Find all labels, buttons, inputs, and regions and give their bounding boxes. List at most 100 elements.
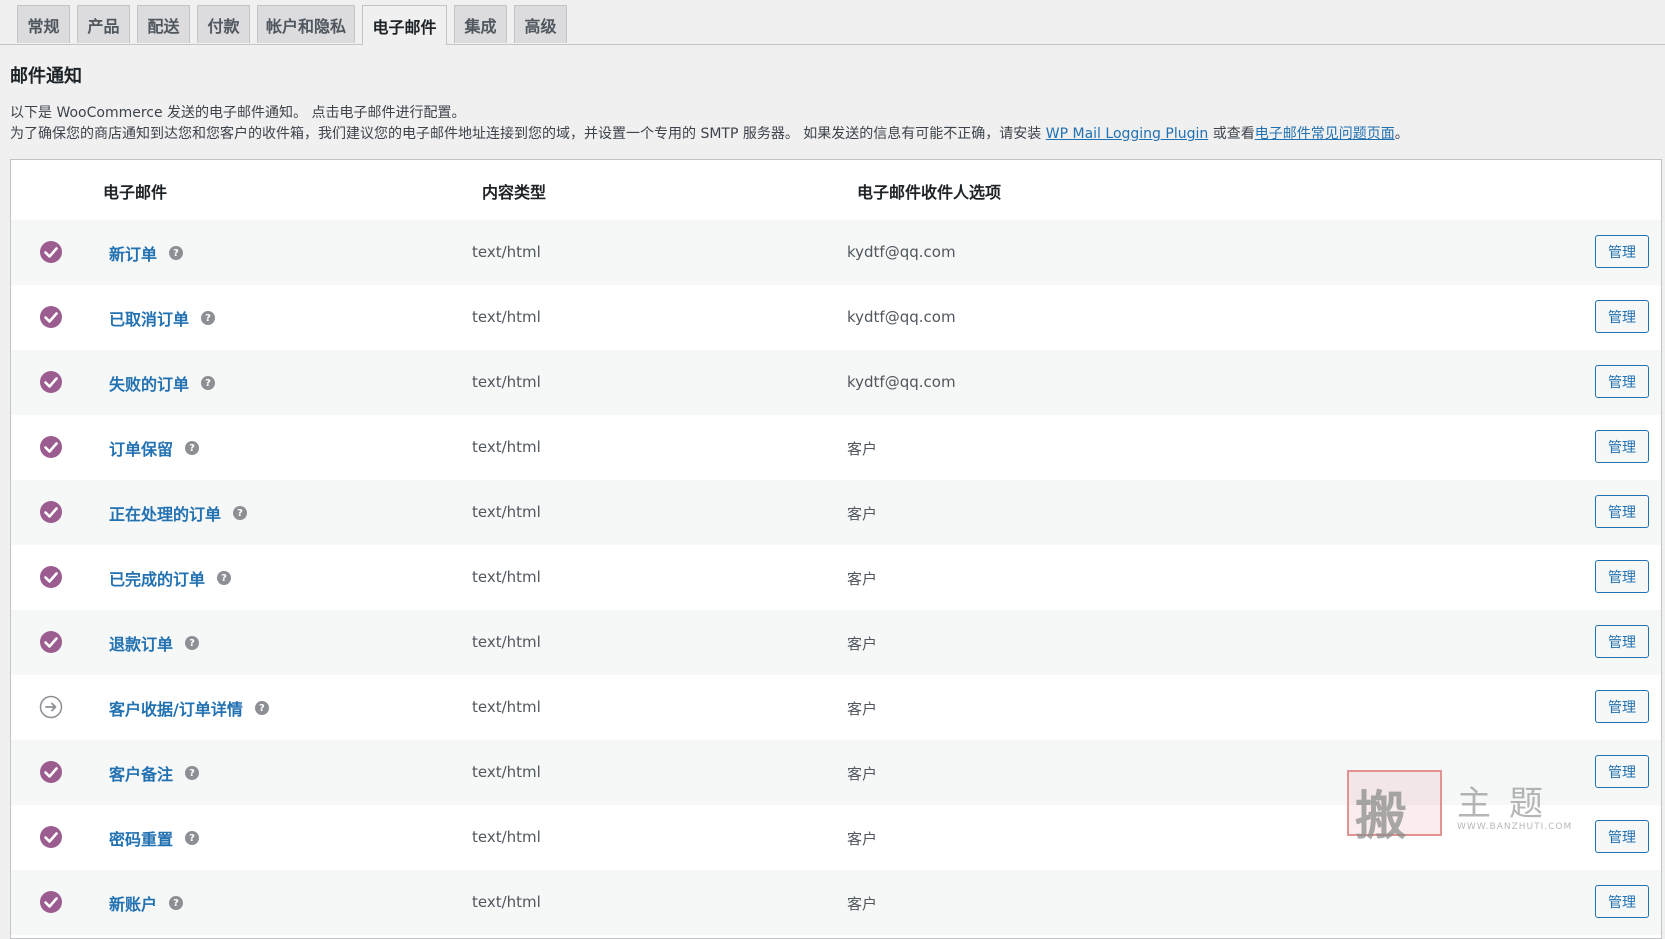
email-name-link[interactable]: 退款订单? [109, 631, 200, 655]
recipient-cell: 客户 [847, 505, 878, 523]
content-type-cell: text/html [472, 633, 541, 651]
email-name-link[interactable]: 密码重置? [109, 826, 200, 850]
watermark-text: 主题 [1457, 784, 1561, 824]
recipient-cell: 客户 [847, 700, 878, 718]
tab-products[interactable]: 产品 [77, 5, 130, 43]
help-tip-icon[interactable]: ? [201, 311, 216, 325]
help-tip-icon[interactable]: ? [185, 766, 200, 780]
tab-advanced[interactable]: 高级 [514, 5, 567, 43]
content-type-cell: text/html [472, 438, 541, 456]
content-type-cell: text/html [472, 243, 541, 261]
manage-button[interactable]: 管理 [1595, 690, 1649, 723]
email-faq-link[interactable]: 电子邮件常见问题页面 [1255, 126, 1395, 142]
help-tip-icon[interactable]: ? [169, 896, 184, 910]
enabled-check-icon [39, 500, 63, 524]
manage-button[interactable]: 管理 [1595, 625, 1649, 658]
manage-button[interactable]: 管理 [1595, 300, 1649, 333]
recipient-cell: kydtf@qq.com [847, 243, 956, 261]
column-header-content-type: 内容类型 [482, 183, 547, 202]
enabled-check-icon [39, 825, 63, 849]
recipient-cell: 客户 [847, 570, 878, 588]
recipient-cell: 客户 [847, 635, 878, 653]
enabled-check-icon [39, 370, 63, 394]
recipient-cell: 客户 [847, 830, 878, 848]
email-name-link[interactable]: 失败的订单? [109, 371, 216, 395]
manage-button[interactable]: 管理 [1595, 885, 1649, 918]
email-name-link[interactable]: 新订单? [109, 241, 184, 265]
help-tip-icon[interactable]: ? [217, 571, 232, 585]
watermark-glyph: 搬 [1355, 786, 1408, 847]
page-title: 邮件通知 [10, 66, 82, 87]
watermark-logo-box: 搬 [1347, 770, 1442, 847]
description-line-2-before: 为了确保您的商店通知到达您和您客户的收件箱，我们建议您的电子邮件地址连接到您的域… [10, 126, 1046, 142]
enabled-check-icon [39, 435, 63, 459]
manage-button[interactable]: 管理 [1595, 495, 1649, 528]
recipient-cell: 客户 [847, 895, 878, 913]
manage-button[interactable]: 管理 [1595, 430, 1649, 463]
table-row: 新账户? text/html 客户 管理 [11, 870, 1661, 935]
email-name-link[interactable]: 已完成的订单? [109, 566, 232, 590]
tab-shipping[interactable]: 配送 [137, 5, 190, 43]
email-name-link[interactable]: 已取消订单? [109, 306, 216, 330]
help-tip-icon[interactable]: ? [185, 636, 200, 650]
site-watermark: 搬 主题 WWW.BANZHUTI.COM [1347, 770, 1577, 847]
table-row: 已完成的订单? text/html 客户 管理 [11, 545, 1661, 610]
recipient-cell: 客户 [847, 765, 878, 783]
table-row: 已取消订单? text/html kydtf@qq.com 管理 [11, 285, 1661, 350]
table-row: 正在处理的订单? text/html 客户 管理 [11, 480, 1661, 545]
help-tip-icon[interactable]: ? [254, 701, 269, 715]
settings-tabs: 常规 产品 配送 付款 帐户和隐私 电子邮件 集成 高级 [0, 0, 1665, 45]
recipient-cell: 客户 [847, 440, 878, 458]
manage-button[interactable]: 管理 [1595, 235, 1649, 268]
manage-button[interactable]: 管理 [1595, 755, 1649, 788]
content-type-cell: text/html [472, 893, 541, 911]
content-type-cell: text/html [472, 503, 541, 521]
table-row: 新订单? text/html kydtf@qq.com 管理 [11, 220, 1661, 285]
email-name-label: 密码重置 [109, 830, 174, 849]
help-tip-icon[interactable]: ? [185, 831, 200, 845]
email-name-label: 退款订单 [109, 635, 174, 654]
table-row: 失败的订单? text/html kydtf@qq.com 管理 [11, 350, 1661, 415]
table-row: 订单保留? text/html 客户 管理 [11, 415, 1661, 480]
table-row: 客户收据/订单详情? text/html 客户 管理 [11, 675, 1661, 740]
wp-mail-logging-link[interactable]: WP Mail Logging Plugin [1046, 126, 1208, 142]
enabled-check-icon [39, 890, 63, 914]
help-tip-icon[interactable]: ? [201, 376, 216, 390]
email-name-link[interactable]: 正在处理的订单? [109, 501, 248, 525]
manual-arrow-icon [39, 695, 63, 719]
table-row: 退款订单? text/html 客户 管理 [11, 610, 1661, 675]
email-name-label: 新账户 [109, 895, 158, 914]
content-type-cell: text/html [472, 373, 541, 391]
email-name-label: 已完成的订单 [109, 570, 206, 589]
description-line-2-after: 。 [1394, 126, 1409, 142]
watermark-url: WWW.BANZHUTI.COM [1457, 822, 1573, 832]
email-name-link[interactable]: 新账户? [109, 891, 184, 915]
email-name-label: 失败的订单 [109, 375, 190, 394]
description-line-2-middle: 或查看 [1208, 126, 1255, 142]
manage-button[interactable]: 管理 [1595, 560, 1649, 593]
page-description: 以下是 WooCommerce 发送的电子邮件通知。 点击电子邮件进行配置。 为… [10, 103, 1409, 145]
email-name-label: 正在处理的订单 [109, 505, 222, 524]
email-name-label: 客户备注 [109, 765, 174, 784]
tab-integration[interactable]: 集成 [454, 5, 507, 43]
email-name-label: 新订单 [109, 245, 158, 264]
tab-accounts-privacy[interactable]: 帐户和隐私 [257, 5, 355, 43]
enabled-check-icon [39, 565, 63, 589]
help-tip-icon[interactable]: ? [233, 506, 248, 520]
enabled-check-icon [39, 760, 63, 784]
content-type-cell: text/html [472, 308, 541, 326]
tab-general[interactable]: 常规 [17, 5, 70, 43]
tab-emails[interactable]: 电子邮件 [362, 5, 447, 45]
content-type-cell: text/html [472, 568, 541, 586]
help-tip-icon[interactable]: ? [169, 246, 184, 260]
manage-button[interactable]: 管理 [1595, 365, 1649, 398]
email-name-label: 客户收据/订单详情 [109, 700, 243, 719]
tab-payments[interactable]: 付款 [197, 5, 250, 43]
email-name-link[interactable]: 订单保留? [109, 436, 200, 460]
column-header-email: 电子邮件 [103, 183, 168, 202]
help-tip-icon[interactable]: ? [185, 441, 200, 455]
email-name-link[interactable]: 客户备注? [109, 761, 200, 785]
email-name-link[interactable]: 客户收据/订单详情? [109, 696, 269, 720]
manage-button[interactable]: 管理 [1595, 820, 1649, 853]
content-type-cell: text/html [472, 828, 541, 846]
